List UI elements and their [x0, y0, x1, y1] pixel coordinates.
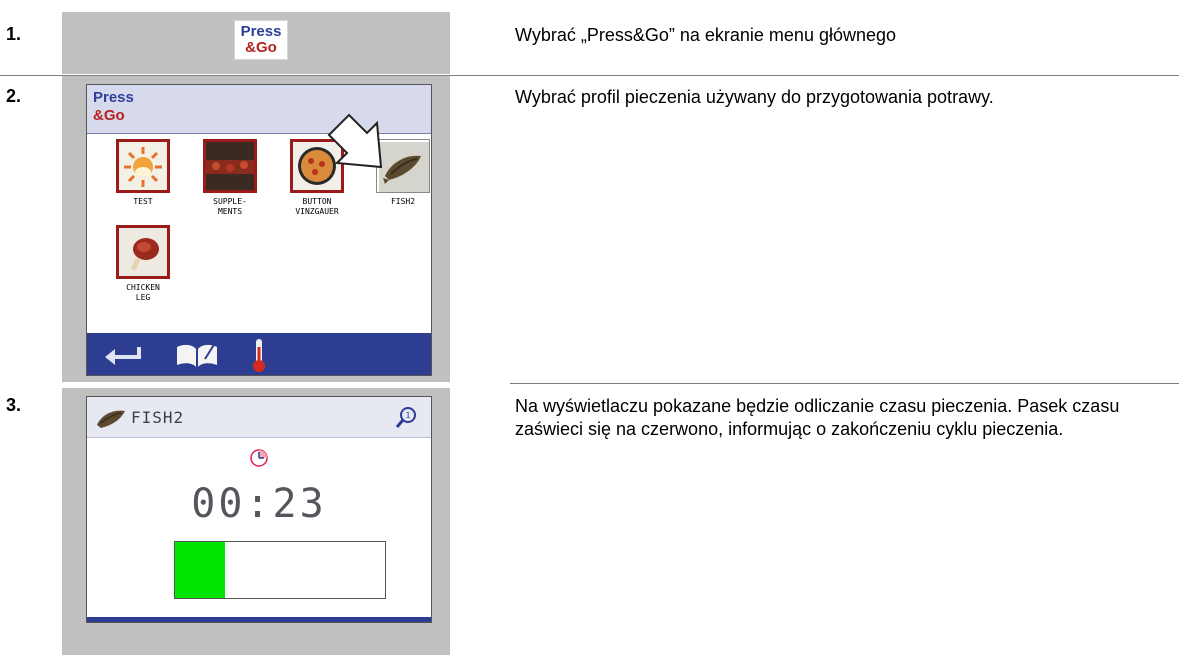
step-number: 2. [6, 86, 22, 106]
zoom-step-icon[interactable]: 1 [393, 405, 419, 431]
screen-header: FISH2 1 [87, 397, 431, 438]
divider [510, 383, 1179, 384]
tile-label: SUPPLE- MENTS [213, 197, 247, 216]
recipe-book-icon[interactable] [175, 341, 219, 369]
tile-label: FISH2 [390, 197, 416, 206]
step-description: Na wyświetlaczu pokazane będzie odliczan… [515, 396, 1120, 439]
supplements-icon [206, 142, 254, 190]
step-number: 1. [6, 24, 22, 44]
step-number: 3. [6, 395, 22, 415]
svg-text:1: 1 [405, 411, 410, 420]
step-image-panel: Press &Go TEST SUPPLE- MENTS BUTTON VINZ… [62, 76, 450, 382]
step-description: Wybrać profil pieczenia używany do przyg… [515, 87, 994, 107]
back-arrow-icon[interactable] [101, 343, 143, 367]
press-go-logo-button[interactable]: Press &Go [234, 20, 288, 60]
screen-footer [87, 333, 431, 375]
pointer-arrow-icon [327, 113, 383, 169]
tile-label: TEST [133, 197, 153, 206]
thermometer-icon[interactable] [251, 337, 267, 373]
step-description: Wybrać „Press&Go” na ekranie menu główne… [515, 25, 897, 45]
recipe-tile-supplements[interactable] [203, 139, 257, 193]
chicken-leg-icon [119, 228, 167, 276]
recipe-tile-test[interactable] [116, 139, 170, 193]
recipe-tile-chicken-leg[interactable] [116, 225, 170, 279]
progress-bar [174, 541, 386, 599]
tile-label: CHICKEN LEG [126, 283, 160, 302]
progress-bar-fill [175, 542, 226, 598]
clock-icon [250, 449, 268, 467]
screen-footer [87, 617, 431, 622]
press-go-logo: Press [93, 89, 134, 106]
step-image-panel: FISH2 1 00:23 [62, 388, 450, 655]
fish-icon [97, 410, 125, 428]
tile-label: BUTTON VINZGAUER [295, 197, 339, 216]
recipe-title: FISH2 [131, 408, 185, 427]
sun-food-icon [119, 142, 167, 190]
countdown-time: 00:23 [191, 481, 327, 527]
press-go-menu-screen: Press &Go TEST SUPPLE- MENTS BUTTON VINZ… [86, 84, 432, 376]
countdown-screen: FISH2 1 00:23 [86, 396, 432, 623]
step-image-panel: Press &Go [62, 12, 450, 74]
